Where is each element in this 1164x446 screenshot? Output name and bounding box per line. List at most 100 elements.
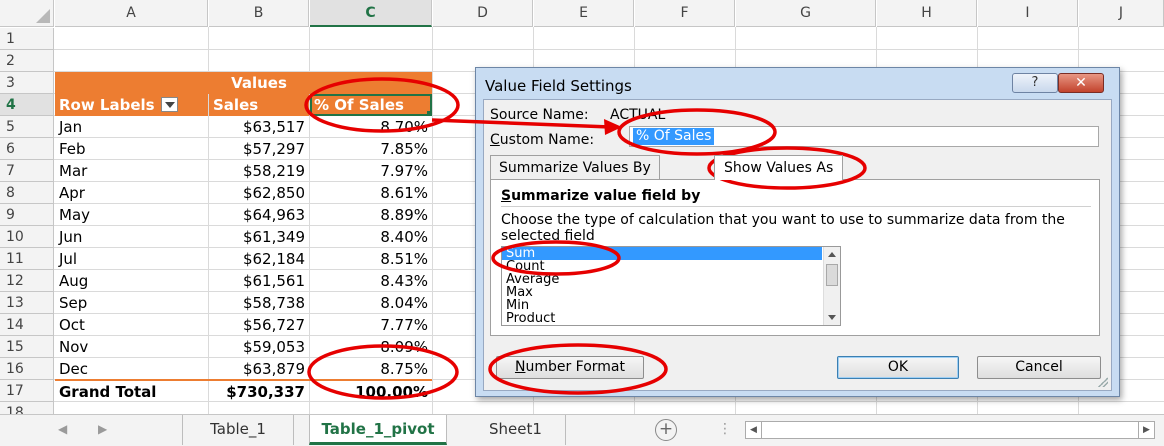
- pivot-row-label[interactable]: Nov: [55, 336, 208, 358]
- column-header-b[interactable]: B: [209, 0, 309, 27]
- help-button[interactable]: ?: [1012, 73, 1058, 93]
- pivot-row-pct[interactable]: 8.70%: [310, 116, 432, 138]
- pivot-row-sales[interactable]: $61,561: [209, 270, 309, 292]
- pivot-row-sales[interactable]: $57,297: [209, 138, 309, 160]
- pivot-row-label[interactable]: Apr: [55, 182, 208, 204]
- scroll-up-icon[interactable]: [828, 252, 836, 257]
- tab-table-1-pivot[interactable]: Table_1_pivot: [309, 415, 447, 445]
- row-header-17[interactable]: 17: [0, 380, 54, 402]
- list-item-product[interactable]: Product: [502, 312, 822, 325]
- row-header-5[interactable]: 5: [0, 116, 54, 138]
- pivot-row-label[interactable]: Mar: [55, 160, 208, 182]
- row-header-4[interactable]: 4: [0, 94, 54, 116]
- pivot-row-pct[interactable]: 7.77%: [310, 314, 432, 336]
- pivot-row-sales[interactable]: $59,053: [209, 336, 309, 358]
- listbox-scrollbar[interactable]: [823, 247, 840, 325]
- list-item-sum[interactable]: Sum: [502, 247, 822, 260]
- scroll-down-icon[interactable]: [828, 315, 836, 320]
- pivot-row-sales[interactable]: $61,349: [209, 226, 309, 248]
- pivot-row-sales[interactable]: $58,738: [209, 292, 309, 314]
- pivot-row-label[interactable]: Oct: [55, 314, 208, 336]
- pivot-row-label[interactable]: Jan: [55, 116, 208, 138]
- list-item-max[interactable]: Max: [502, 286, 822, 299]
- filter-dropdown-icon[interactable]: [160, 97, 178, 112]
- column-header-j[interactable]: J: [1079, 0, 1164, 27]
- row-header-6[interactable]: 6: [0, 138, 54, 160]
- pivot-row-pct[interactable]: 8.61%: [310, 182, 432, 204]
- pivot-row-sales[interactable]: $63,879: [209, 358, 309, 380]
- pivot-row-sales[interactable]: $63,517: [209, 116, 309, 138]
- horizontal-scrollbar[interactable]: ◀ ▶: [745, 421, 1155, 439]
- grand-total-sales[interactable]: $730,337: [209, 381, 309, 403]
- calculation-listbox[interactable]: Sum Count Average Max Min Product: [501, 246, 841, 326]
- row-header-12[interactable]: 12: [0, 270, 54, 292]
- tab-table-1[interactable]: Table_1: [182, 415, 294, 445]
- row-header-2[interactable]: 2: [0, 50, 54, 72]
- row-header-1[interactable]: 1: [0, 28, 54, 50]
- column-header-d[interactable]: D: [433, 0, 533, 27]
- pivot-row-label[interactable]: Feb: [55, 138, 208, 160]
- pivot-row-sales[interactable]: $56,727: [209, 314, 309, 336]
- pivot-row-label[interactable]: Sep: [55, 292, 208, 314]
- tab-scroll-prev-icon[interactable]: ◀: [58, 422, 67, 436]
- resize-grip-icon[interactable]: [1098, 377, 1108, 387]
- pivot-sales-header[interactable]: Sales: [209, 94, 309, 116]
- pivot-row-label[interactable]: Jun: [55, 226, 208, 248]
- pivot-values-label[interactable]: Values: [209, 72, 309, 94]
- grand-total-label[interactable]: Grand Total: [55, 381, 208, 403]
- tab-summarize-values-by[interactable]: Summarize Values By: [490, 155, 660, 180]
- pivot-row-sales[interactable]: $62,184: [209, 248, 309, 270]
- new-sheet-plus-icon[interactable]: +: [655, 419, 677, 441]
- ok-button[interactable]: OK: [837, 356, 959, 379]
- scroll-right-icon[interactable]: ▶: [1138, 422, 1154, 438]
- column-header-g[interactable]: G: [736, 0, 876, 27]
- column-header-c[interactable]: C: [310, 0, 432, 27]
- cancel-button[interactable]: Cancel: [977, 356, 1101, 379]
- pivot-pct-header-selected-cell[interactable]: % Of Sales: [310, 94, 432, 116]
- row-header-3[interactable]: 3: [0, 72, 54, 94]
- tab-show-values-as[interactable]: Show Values As: [714, 155, 844, 180]
- pivot-row-label[interactable]: May: [55, 204, 208, 226]
- row-header-15[interactable]: 15: [0, 336, 54, 358]
- pivot-row-label[interactable]: Jul: [55, 248, 208, 270]
- column-header-f[interactable]: F: [635, 0, 735, 27]
- row-header-7[interactable]: 7: [0, 160, 54, 182]
- tab-scroll-next-icon[interactable]: ▶: [98, 422, 107, 436]
- column-header-e[interactable]: E: [534, 0, 634, 27]
- pivot-row-pct[interactable]: 7.97%: [310, 160, 432, 182]
- pivot-row-labels-header[interactable]: Row Labels: [55, 94, 208, 116]
- number-format-button[interactable]: Number Format: [496, 356, 644, 379]
- pivot-row-label[interactable]: Aug: [55, 270, 208, 292]
- list-item-average[interactable]: Average: [502, 273, 822, 286]
- row-header-8[interactable]: 8: [0, 182, 54, 204]
- pivot-row-pct[interactable]: 8.04%: [310, 292, 432, 314]
- scroll-thumb[interactable]: [826, 264, 838, 286]
- row-header-9[interactable]: 9: [0, 204, 54, 226]
- pivot-row-pct[interactable]: 8.40%: [310, 226, 432, 248]
- column-header-i[interactable]: I: [978, 0, 1078, 27]
- pivot-row-pct[interactable]: 8.75%: [310, 358, 432, 380]
- scroll-left-icon[interactable]: ◀: [746, 422, 762, 438]
- row-header-10[interactable]: 10: [0, 226, 54, 248]
- row-header-14[interactable]: 14: [0, 314, 54, 336]
- splitter-dots-icon[interactable]: ⋮: [718, 421, 732, 437]
- grand-total-pct[interactable]: 100.00%: [310, 381, 432, 403]
- tab-sheet1[interactable]: Sheet1: [466, 415, 566, 445]
- row-header-13[interactable]: 13: [0, 292, 54, 314]
- pivot-row-label[interactable]: Dec: [55, 358, 208, 380]
- pivot-row-sales[interactable]: $58,219: [209, 160, 309, 182]
- pivot-row-pct[interactable]: 8.43%: [310, 270, 432, 292]
- column-header-a[interactable]: A: [55, 0, 208, 27]
- pivot-row-pct[interactable]: 7.85%: [310, 138, 432, 160]
- row-header-18[interactable]: 18: [0, 402, 54, 414]
- pivot-row-pct[interactable]: 8.89%: [310, 204, 432, 226]
- custom-name-input[interactable]: % Of Sales: [629, 126, 1099, 147]
- pivot-row-sales[interactable]: $62,850: [209, 182, 309, 204]
- column-header-h[interactable]: H: [877, 0, 977, 27]
- pivot-row-pct[interactable]: 8.51%: [310, 248, 432, 270]
- close-button[interactable]: ✕: [1058, 73, 1104, 93]
- pivot-row-pct[interactable]: 8.09%: [310, 336, 432, 358]
- row-header-16[interactable]: 16: [0, 358, 54, 380]
- row-header-11[interactable]: 11: [0, 248, 54, 270]
- select-all-corner[interactable]: [0, 0, 54, 27]
